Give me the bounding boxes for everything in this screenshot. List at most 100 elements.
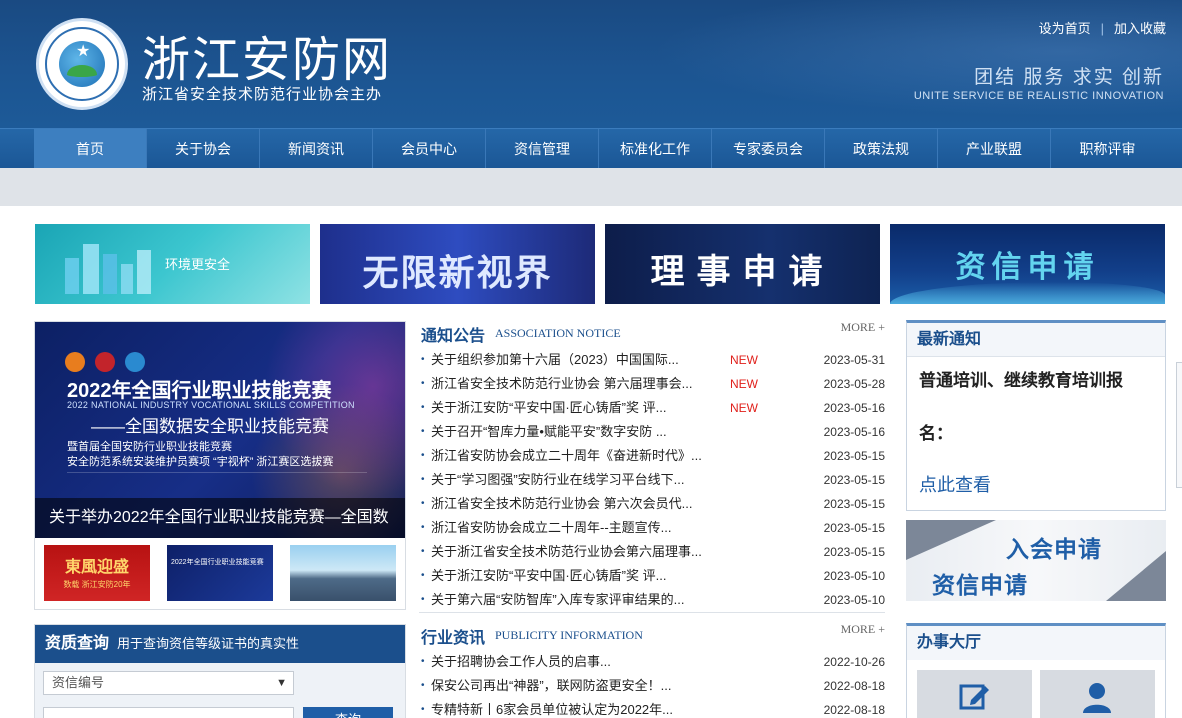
qualification-query-panel: 资质查询用于查询资信等级证书的真实性 资信编号 ▼ 查询 — [34, 624, 406, 718]
banner-new-vision[interactable]: 无限新视界 — [320, 224, 595, 304]
notice-line-2: 名： — [919, 424, 953, 443]
more-link[interactable]: MORE + — [841, 622, 885, 637]
site-title[interactable]: 浙江安防网 — [142, 20, 392, 90]
slogan-english: UNITE SERVICE BE REALISTIC INNOVATION — [913, 90, 1164, 102]
query-input[interactable] — [43, 707, 294, 718]
thumb-title: 東風迎盛 — [64, 559, 129, 576]
query-header: 资质查询 用于查询资信等级证书的真实性 — [35, 625, 405, 663]
user-icon — [1083, 683, 1111, 713]
item-date: 2023-05-31 — [823, 353, 885, 367]
section-title-en: ASSOCIATION NOTICE — [495, 326, 621, 340]
bullet-icon: • — [421, 474, 425, 485]
hero-line-1: 暨首届全国安防行业职业技能竞赛 — [67, 441, 232, 453]
membership-credit-banner[interactable]: 入会申请 资信申请 — [906, 520, 1166, 601]
more-link[interactable]: MORE + — [841, 320, 885, 335]
list-item[interactable]: • 保安公司再出“神器”，联网防盗更安全！... 2022-08-18 — [419, 674, 885, 698]
query-type-select[interactable]: 资信编号 ▼ — [43, 671, 294, 695]
item-date: 2023-05-16 — [823, 401, 885, 415]
hero-title-en: 2022 NATIONAL INDUSTRY VOCATIONAL SKILLS… — [67, 400, 355, 410]
nav-item-home[interactable]: 首页 — [34, 129, 147, 169]
section-title[interactable]: 行业资讯 — [421, 624, 485, 648]
banner-director-application[interactable]: 理事申请 — [605, 224, 880, 304]
nav-item-titles[interactable]: 职称评审 — [1051, 129, 1164, 169]
box-body: 普通培训、继续教育培训报 名： — [907, 357, 1165, 447]
nav-item-experts[interactable]: 专家委员会 — [712, 129, 825, 169]
item-title[interactable]: 关于招聘协会工作人员的启事... — [431, 650, 611, 674]
item-title[interactable]: 关于浙江安防“平安中国·匠心铸盾”奖 评... — [431, 396, 666, 420]
list-item[interactable]: • 关于“学习图强”安防行业在线学习平台线下... 2023-05-15 — [419, 468, 885, 492]
feature-hero-image[interactable]: 2022年全国行业职业技能竞赛 2022 NATIONAL INDUSTRY V… — [35, 322, 405, 538]
edit-icon — [959, 684, 989, 710]
banner-text: 理事申请 — [650, 253, 835, 291]
hall-tile-user[interactable] — [1040, 670, 1155, 718]
set-homepage-link[interactable]: 设为首页 — [1039, 21, 1091, 36]
list-item[interactable]: • 关于召开“智库力量•赋能平安”数字安防 ... 2023-05-16 — [419, 420, 885, 444]
item-date: 2023-05-10 — [823, 593, 885, 607]
credit-application-link[interactable]: 资信申请 — [932, 566, 1028, 600]
thumbnail-1[interactable]: 東風迎盛 数载 浙江安防20年 — [44, 545, 150, 601]
list-item[interactable]: • 浙江省安全技术防范行业协会 第六次会员代... 2023-05-15 — [419, 492, 885, 516]
item-date: 2023-05-15 — [823, 545, 885, 559]
item-title[interactable]: 关于“学习图强”安防行业在线学习平台线下... — [431, 468, 685, 492]
hall-tile-edit[interactable] — [917, 670, 1032, 718]
item-title[interactable]: 关于浙江安防“平安中国·匠心铸盾”奖 评... — [431, 564, 666, 588]
thumbnail-3[interactable] — [290, 545, 396, 601]
city-illustration — [65, 244, 151, 294]
thumbnail-2[interactable]: 2022年全国行业职业技能竞赛 — [167, 545, 273, 601]
item-title[interactable]: 关于浙江省安全技术防范行业协会第六届理事... — [431, 540, 702, 564]
hero-subtitle: ——全国数据安全职业技能竞赛 — [91, 417, 329, 436]
item-title[interactable]: 浙江省安防协会成立二十周年《奋进新时代》... — [431, 444, 702, 468]
section-title-en: PUBLICITY INFORMATION — [495, 628, 643, 642]
list-item[interactable]: • 浙江省安全技术防范行业协会 第六届理事会... NEW 2023-05-28 — [419, 372, 885, 396]
hero-caption[interactable]: 关于举办2022年全国行业职业技能竞赛—全国数 — [35, 498, 405, 538]
hall-title: 办事大厅 — [907, 626, 1165, 660]
hero-line-2: 安全防范系统安装维护员赛项 “宇视杯” 浙江赛区选拔赛 — [67, 456, 334, 468]
list-item[interactable]: • 关于浙江省安全技术防范行业协会第六届理事... 2023-05-15 — [419, 540, 885, 564]
list-item[interactable]: • 关于组织参加第十六届（2023）中国国际... NEW 2023-05-31 — [419, 348, 885, 372]
list-item[interactable]: • 关于第六届“安防智库”入库专家评审结果的... 2023-05-10 — [419, 588, 885, 612]
item-title[interactable]: 关于组织参加第十六届（2023）中国国际... — [431, 348, 679, 372]
item-date: 2023-05-16 — [823, 425, 885, 439]
nav-item-about[interactable]: 关于协会 — [147, 129, 260, 169]
item-title[interactable]: 保安公司再出“神器”，联网防盗更安全！... — [431, 674, 672, 698]
membership-application-link[interactable]: 入会申请 — [1006, 530, 1102, 564]
side-float-tab[interactable] — [1176, 362, 1182, 488]
item-date: 2022-10-26 — [823, 655, 885, 669]
banner-credit-application[interactable]: 资信申请 — [890, 224, 1165, 304]
item-date: 2022-08-18 — [823, 679, 885, 693]
nav-item-policy[interactable]: 政策法规 — [825, 129, 938, 169]
new-badge: NEW — [730, 377, 758, 391]
item-date: 2023-05-28 — [823, 377, 885, 391]
banner-text: 无限新视界 — [362, 252, 553, 293]
item-title[interactable]: 浙江省安全技术防范行业协会 第六次会员代... — [431, 492, 692, 516]
section-title[interactable]: 通知公告 — [421, 322, 485, 346]
item-date: 2023-05-15 — [823, 521, 885, 535]
industry-list: • 关于招聘协会工作人员的启事... 2022-10-26 • 保安公司再出“神器”，… — [419, 650, 885, 718]
view-details-link[interactable]: 点此查看 — [919, 471, 991, 497]
association-logo[interactable]: ★ — [36, 18, 128, 110]
list-item[interactable]: • 专精特新丨6家会员单位被认定为2022年... 2022-08-18 — [419, 698, 885, 718]
item-title[interactable]: 浙江省安防协会成立二十周年--主题宣传... — [431, 516, 672, 540]
query-button[interactable]: 查询 — [303, 707, 393, 718]
item-title[interactable]: 浙江省安全技术防范行业协会 第六届理事会... — [431, 372, 692, 396]
notice-section: 通知公告 ASSOCIATION NOTICE MORE + • 关于组织参加第十… — [419, 320, 885, 612]
list-item[interactable]: • 浙江省安防协会成立二十周年《奋进新时代》... 2023-05-15 — [419, 444, 885, 468]
list-item[interactable]: • 浙江省安防协会成立二十周年--主题宣传... 2023-05-15 — [419, 516, 885, 540]
bullet-icon: • — [421, 546, 425, 557]
emblem-1-icon — [65, 352, 85, 372]
nav-item-news[interactable]: 新闻资讯 — [260, 129, 373, 169]
nav-item-members[interactable]: 会员中心 — [373, 129, 486, 169]
banner-safer-environment[interactable]: 环境更安全 — [35, 224, 310, 304]
nav-item-credit[interactable]: 资信管理 — [486, 129, 599, 169]
link-separator: | — [1100, 21, 1104, 36]
add-favorite-link[interactable]: 加入收藏 — [1114, 21, 1166, 36]
item-title[interactable]: 关于第六届“安防智库”入库专家评审结果的... — [431, 588, 685, 612]
list-item[interactable]: • 关于招聘协会工作人员的启事... 2022-10-26 — [419, 650, 885, 674]
item-title[interactable]: 专精特新丨6家会员单位被认定为2022年... — [431, 698, 673, 718]
hero-title: 2022年全国行业职业技能竞赛 — [67, 380, 332, 402]
item-title[interactable]: 关于召开“智库力量•赋能平安”数字安防 ... — [431, 420, 667, 444]
nav-item-standards[interactable]: 标准化工作 — [599, 129, 712, 169]
list-item[interactable]: • 关于浙江安防“平安中国·匠心铸盾”奖 评... NEW 2023-05-16 — [419, 396, 885, 420]
list-item[interactable]: • 关于浙江安防“平安中国·匠心铸盾”奖 评... 2023-05-10 — [419, 564, 885, 588]
nav-item-alliance[interactable]: 产业联盟 — [938, 129, 1051, 169]
